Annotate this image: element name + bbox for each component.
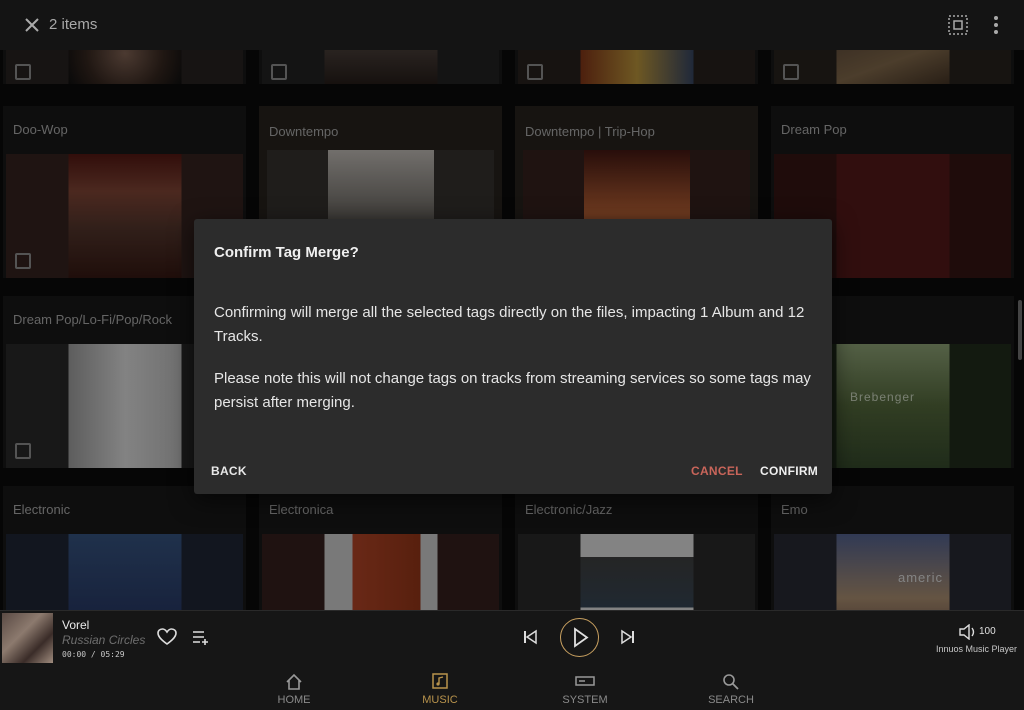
tile-checkbox[interactable] [271,64,287,80]
system-icon [575,676,595,686]
selection-toolbar: 2 items [0,0,1024,50]
scrollbar[interactable] [1018,300,1022,360]
genre-tile[interactable] [3,50,246,84]
track-title[interactable]: Vorel [62,618,89,632]
genre-title: Electronic [13,502,71,517]
genre-title: Dream Pop [781,122,847,137]
more-vertical-icon[interactable] [988,15,1004,35]
tile-checkbox[interactable] [783,64,799,80]
nav-system[interactable]: SYSTEM [545,663,625,710]
nav-label: HOME [277,694,311,706]
heart-icon[interactable] [157,628,177,646]
music-icon [432,673,448,689]
confirm-button[interactable]: CONFIRM [760,464,818,478]
nav-label: MUSIC [422,694,458,706]
nav-search[interactable]: SEARCH [691,663,771,710]
skip-next-icon[interactable] [620,629,636,645]
back-button[interactable]: BACK [211,464,247,478]
playback-time: 00:00 / 05:29 [62,650,125,659]
bottom-nav: HOME MUSIC SYSTEM SEARCH [0,663,1024,710]
dialog-message: Confirming will merge all the selected t… [214,304,805,345]
select-all-icon[interactable] [948,15,968,35]
now-playing-bar: Vorel Russian Circles 00:00 / 05:29 100 … [0,610,1024,663]
tile-checkbox[interactable] [15,443,31,459]
volume-level: 100 [979,626,996,637]
search-icon [723,674,739,690]
add-to-queue-icon[interactable] [192,629,212,645]
play-icon [573,626,589,648]
dialog-title: Confirm Tag Merge? [214,244,359,261]
output-device[interactable]: Innuos Music Player [936,644,1017,654]
genre-title: Downtempo | Trip-Hop [525,124,655,139]
play-button[interactable] [560,618,599,657]
now-playing-cover[interactable] [2,613,53,663]
tile-checkbox[interactable] [527,64,543,80]
genre-tile[interactable] [259,50,502,84]
tile-checkbox[interactable] [15,253,31,269]
tile-checkbox[interactable] [15,64,31,80]
album-art-text: americ [898,570,944,585]
genre-title: Dream Pop/Lo-Fi/Pop/Rock [13,312,172,327]
genre-title: Electronic/Jazz [525,502,613,517]
nav-label: SYSTEM [562,694,608,706]
skip-previous-icon[interactable] [522,629,538,645]
confirm-tag-merge-dialog: Confirm Tag Merge? Confirming will merge… [194,219,832,494]
genre-tile[interactable] [515,50,758,84]
artist-name[interactable]: Russian Circles [62,633,145,647]
genre-title: Doo-Wop [13,122,68,137]
genre-tile-electronica[interactable]: Electronica [259,486,502,610]
cancel-button[interactable]: CANCEL [691,464,743,478]
volume-icon[interactable] [959,624,977,640]
genre-tile-electronic[interactable]: Electronic [3,486,246,610]
nav-label: SEARCH [708,694,754,706]
genre-tile-electronic-jazz[interactable]: Electronic/Jazz [515,486,758,610]
genre-title: Electronica [269,502,334,517]
nav-music[interactable]: MUSIC [400,663,480,710]
album-art-text: Brebenger [850,390,916,404]
genre-tile-emo[interactable]: Emo americ [771,486,1014,610]
home-icon [286,673,302,690]
nav-home[interactable]: HOME [254,663,334,710]
genre-tile[interactable] [771,50,1014,84]
dialog-note: Please note this will not change tags on… [214,370,811,411]
genre-title: Emo [781,502,808,517]
close-icon[interactable] [22,15,42,35]
genre-title: Downtempo [269,124,339,139]
selection-count: 2 items [49,16,98,33]
